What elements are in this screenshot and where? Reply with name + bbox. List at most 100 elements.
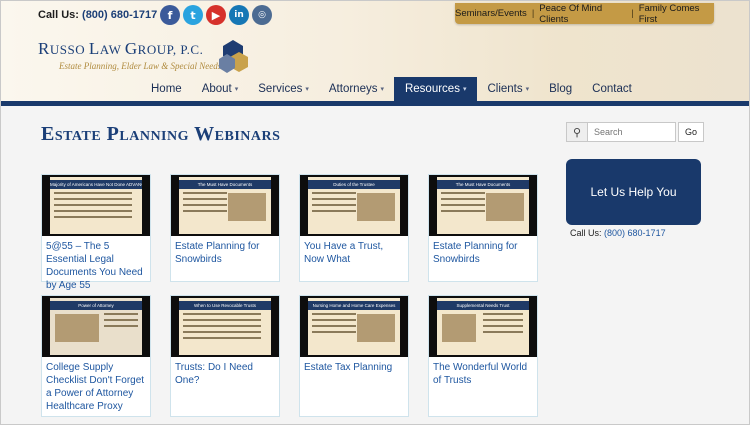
nav-label: About xyxy=(201,83,232,95)
nav-resources[interactable]: Resources ▾ xyxy=(393,77,478,101)
logo-text: USSO xyxy=(49,42,89,57)
linkedin-icon[interactable]: in xyxy=(229,5,249,25)
slide-preview: Supplemental Needs Trust xyxy=(437,298,529,355)
slide-preview: Nursing Home and Home Care Expenses xyxy=(308,298,400,355)
search-go-button[interactable]: Go xyxy=(678,122,704,142)
slide-title: Majority of Americans Have Not Done ADVA… xyxy=(50,180,142,189)
slide-bullets xyxy=(312,192,356,216)
sidebar-phone: Call Us: (800) 680-1717 xyxy=(570,228,666,238)
nav-label: Blog xyxy=(549,83,573,95)
facebook-icon[interactable]: f xyxy=(160,5,180,25)
video-thumbnail[interactable]: Power of Attorney xyxy=(42,296,150,357)
webinar-card[interactable]: Duties of the Trustee You Have a Trust, … xyxy=(299,174,409,282)
slide-bullets xyxy=(312,313,356,337)
top-links-bar: Seminars/Events | Peace Of Mind Clients … xyxy=(455,3,714,25)
nav-blog[interactable]: Blog xyxy=(539,77,582,101)
search-icon[interactable]: ⚲ xyxy=(566,122,588,142)
slide-title: The Must Have Documents xyxy=(179,180,271,189)
slide-bullets xyxy=(183,192,227,216)
divider: | xyxy=(631,8,634,19)
sidebar-phone-number[interactable]: (800) 680-1717 xyxy=(604,228,666,238)
social-links: f t ▶ in ◎ xyxy=(160,5,272,25)
slide-preview: Power of Attorney xyxy=(50,298,142,355)
chevron-down-icon: ▾ xyxy=(380,86,384,93)
nav-underline xyxy=(1,101,749,106)
header-phone-number[interactable]: (800) 680-1717 xyxy=(82,9,157,21)
nav-label: Contact xyxy=(592,83,632,95)
slide-photo xyxy=(357,193,395,221)
video-thumbnail[interactable]: Nursing Home and Home Care Expenses xyxy=(300,296,408,357)
sidebar-phone-label: Call Us: xyxy=(570,228,602,238)
main-nav: Home About ▾ Services ▾ Attorneys ▾ Resourc… xyxy=(141,77,642,101)
slide-photo xyxy=(442,314,476,342)
logo-text: AW xyxy=(99,42,125,57)
nav-label: Resources xyxy=(404,83,460,95)
webinar-card[interactable]: Nursing Home and Home Care Expenses Esta… xyxy=(299,295,409,417)
webinar-title-link[interactable]: Trusts: Do I Need One? xyxy=(171,357,279,391)
webinar-title-link[interactable]: 5@55 – The 5 Essential Legal Documents Y… xyxy=(42,236,150,296)
chevron-down-icon: ▾ xyxy=(525,86,530,93)
top-link-seminars[interactable]: Seminars/Events xyxy=(455,8,527,19)
slide-bullets xyxy=(104,313,138,331)
search-form: ⚲ Go xyxy=(566,122,704,142)
logo-cubes-icon xyxy=(219,40,248,73)
slide-title: Power of Attorney xyxy=(50,301,142,310)
nav-services[interactable]: Services ▾ xyxy=(248,77,319,101)
webinar-card[interactable]: Power of Attorney College Supply Checkli… xyxy=(41,295,151,417)
video-thumbnail[interactable]: When to Use Revocable Trusts xyxy=(171,296,279,357)
nav-attorneys[interactable]: Attorneys ▾ xyxy=(319,77,394,101)
help-button[interactable]: Let Us Help You xyxy=(566,159,701,225)
instagram-icon[interactable]: ◎ xyxy=(252,5,272,25)
webinar-title-link[interactable]: College Supply Checklist Don't Forget a … xyxy=(42,357,150,417)
webinar-card[interactable]: Supplemental Needs Trust The Wonderful W… xyxy=(428,295,538,417)
slide-preview: The Must Have Documents xyxy=(437,177,529,234)
youtube-icon[interactable]: ▶ xyxy=(206,5,226,25)
slide-title: Nursing Home and Home Care Expenses xyxy=(308,301,400,310)
nav-clients[interactable]: Clients ▾ xyxy=(477,77,539,101)
header-phone-label: Call Us: xyxy=(38,9,79,21)
slide-photo xyxy=(357,314,395,342)
chevron-down-icon: ▾ xyxy=(305,86,309,93)
slide-title: Duties of the Trustee xyxy=(308,180,400,189)
webinar-title-link[interactable]: The Wonderful World of Trusts xyxy=(429,357,537,391)
webinar-title-link[interactable]: Estate Planning for Snowbirds xyxy=(171,236,279,270)
webinar-title-link[interactable]: Estate Tax Planning xyxy=(300,357,408,378)
top-link-peace-of-mind[interactable]: Peace Of Mind Clients xyxy=(539,3,626,25)
logo-text: ROUP, P.C. xyxy=(137,42,204,57)
site-header: Call Us: (800) 680-1717 f t ▶ in ◎ Semin… xyxy=(1,1,749,101)
slide-preview: Duties of the Trustee xyxy=(308,177,400,234)
webinar-card[interactable]: The Must Have Documents Estate Planning … xyxy=(170,174,280,282)
video-thumbnail[interactable]: The Must Have Documents xyxy=(429,175,537,236)
header-phone: Call Us: (800) 680-1717 xyxy=(38,9,157,21)
twitter-icon[interactable]: t xyxy=(183,5,203,25)
nav-label: Clients xyxy=(487,83,523,95)
slide-title: When to Use Revocable Trusts xyxy=(179,301,271,310)
slide-photo xyxy=(55,314,99,342)
nav-label: Attorneys xyxy=(328,83,378,95)
video-thumbnail[interactable]: Majority of Americans Have Not Done ADVA… xyxy=(42,175,150,236)
chevron-down-icon: ▾ xyxy=(234,86,239,93)
slide-preview: The Must Have Documents xyxy=(179,177,271,234)
nav-contact[interactable]: Contact xyxy=(582,77,642,101)
slide-preview: When to Use Revocable Trusts xyxy=(179,298,271,355)
logo-wordmark[interactable]: RUSSO LAW GROUP, P.C. xyxy=(38,39,203,59)
webinar-card[interactable]: When to Use Revocable Trusts Trusts: Do … xyxy=(170,295,280,417)
nav-about[interactable]: About ▾ xyxy=(192,77,249,101)
video-thumbnail[interactable]: Supplemental Needs Trust xyxy=(429,296,537,357)
webinar-title-link[interactable]: You Have a Trust, Now What xyxy=(300,236,408,270)
search-input[interactable] xyxy=(588,122,676,142)
video-thumbnail[interactable]: The Must Have Documents xyxy=(171,175,279,236)
video-thumbnail[interactable]: Duties of the Trustee xyxy=(300,175,408,236)
webinar-card[interactable]: The Must Have Documents Estate Planning … xyxy=(428,174,538,282)
logo-letter: G xyxy=(124,39,138,58)
page-title: Estate Planning Webinars xyxy=(41,123,281,145)
nav-label: Home xyxy=(151,83,182,95)
nav-label: Services xyxy=(258,83,303,95)
nav-home[interactable]: Home xyxy=(141,77,192,101)
webinar-card[interactable]: Majority of Americans Have Not Done ADVA… xyxy=(41,174,151,291)
divider: | xyxy=(531,8,535,19)
slide-bullets xyxy=(183,313,261,343)
webinar-title-link[interactable]: Estate Planning for Snowbirds xyxy=(429,236,537,270)
top-link-family[interactable]: Family Comes First xyxy=(639,3,714,25)
logo-letter: L xyxy=(88,39,100,58)
